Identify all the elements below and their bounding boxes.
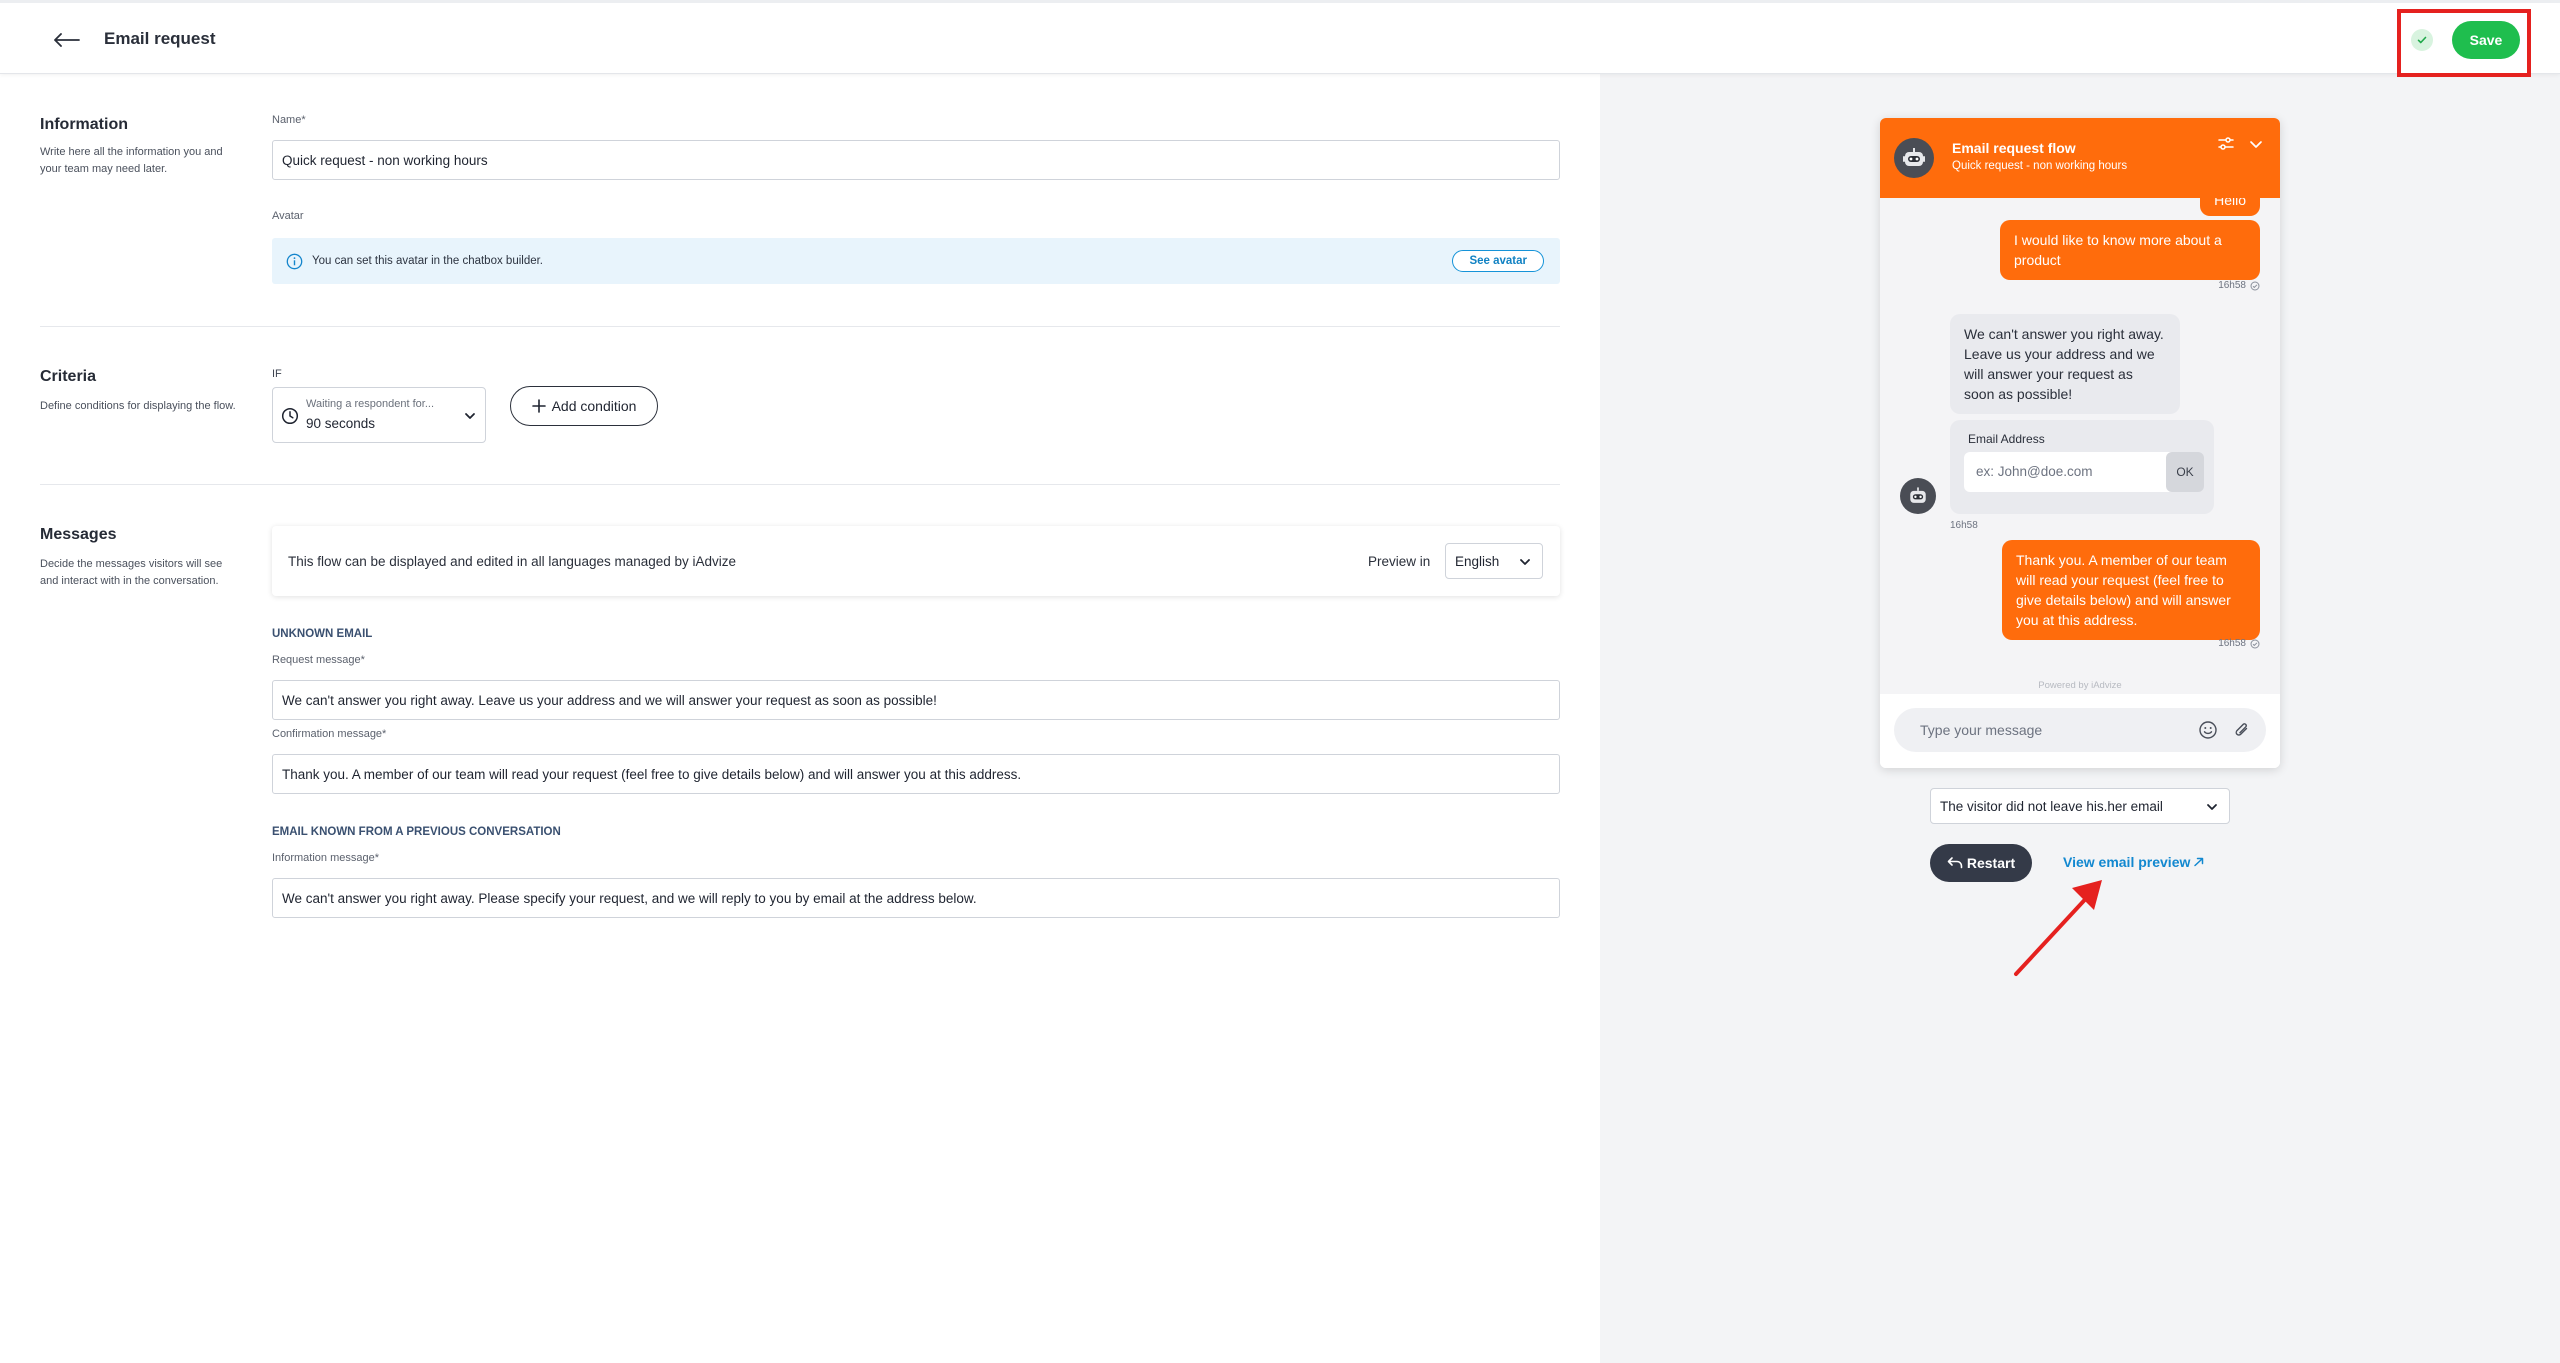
condition-value: 90 seconds (306, 416, 376, 431)
criteria-title: Criteria (40, 368, 97, 385)
message-timestamp: 16h58 (2218, 638, 2260, 649)
flow-form: Information Write here all the informati… (0, 74, 1600, 1363)
confirmation-message-input[interactable]: Thank you. A member of our team will rea… (272, 754, 1560, 794)
languages-text: This flow can be displayed and edited in… (288, 554, 737, 569)
paperclip-icon[interactable] (2232, 720, 2252, 740)
email-ok-button[interactable]: OK (2166, 452, 2204, 492)
avatar-label: Avatar (272, 210, 304, 222)
condition-hint: Waiting a respondent for... (306, 398, 434, 410)
scenario-dropdown[interactable]: The visitor did not leave his.her email (1930, 788, 2230, 824)
check-icon (2417, 36, 2427, 44)
chat-title: Email request flow (1952, 140, 2076, 156)
visitor-message-bubble: Hello (2200, 198, 2260, 216)
saved-status-icon (2411, 29, 2433, 51)
languages-card: This flow can be displayed and edited in… (272, 526, 1560, 596)
visitor-message-bubble: Thank you. A member of our team will rea… (2002, 540, 2260, 640)
read-check-icon (2250, 281, 2260, 290)
message-timestamp: 16h58 (1950, 520, 1978, 531)
name-input[interactable]: Quick request - non working hours (272, 140, 1560, 180)
message-input[interactable]: Type your message (1894, 708, 2266, 752)
avatar-info-text: You can set this avatar in the chatbox b… (312, 255, 544, 267)
information-message-label: Information message* (272, 852, 379, 864)
avatar-info-banner: You can set this avatar in the chatbox b… (272, 238, 1560, 284)
information-message-input[interactable]: We can't answer you right away. Please s… (272, 878, 1560, 918)
add-condition-button[interactable]: Add condition (510, 386, 658, 426)
section-divider (40, 484, 1560, 485)
bot-message-bubble: We can't answer you right away. Leave us… (1950, 314, 2180, 414)
name-value: Quick request - non working hours (282, 152, 488, 168)
email-capture-card: Email Address ex: John@doe.com OK (1950, 420, 2214, 514)
email-preview-label: View email preview (2063, 854, 2191, 870)
add-condition-label: Add condition (551, 398, 637, 414)
condition-dropdown[interactable]: Waiting a respondent for... 90 seconds (272, 387, 486, 443)
chevron-down-icon (1520, 559, 1530, 565)
confirmation-message-value: Thank you. A member of our team will rea… (282, 766, 1022, 782)
email-address-input[interactable]: ex: John@doe.com (1964, 452, 2200, 492)
if-label: IF (272, 368, 282, 380)
view-email-preview-link[interactable]: View email preview (2063, 854, 2205, 870)
top-bar: Email request Save (0, 0, 2560, 77)
chat-preview-panel: Email request flow Quick request - non w… (1600, 74, 2560, 1363)
robot-icon (1910, 487, 1926, 503)
confirmation-message-label: Confirmation message* (272, 728, 387, 740)
name-label: Name* (272, 114, 306, 126)
chevron-down-icon (2207, 804, 2217, 810)
external-arrow-icon (2194, 857, 2204, 867)
request-message-value: We can't answer you right away. Leave us… (282, 692, 937, 708)
page-title: Email request (104, 29, 216, 48)
powered-by-text: Powered by iAdvize (1880, 680, 2280, 694)
save-button[interactable]: Save (2452, 21, 2520, 59)
message-placeholder: Type your message (1920, 722, 2043, 738)
messages-description: Decide the messages visitors will see an… (40, 558, 223, 587)
annotation-arrow-icon (2014, 880, 2102, 976)
email-address-label: Email Address (1968, 432, 2045, 446)
chevron-down-icon[interactable] (2246, 134, 2266, 154)
preview-language-dropdown[interactable]: English (1445, 543, 1543, 579)
chat-messages: Hello I would like to know more about a … (1880, 198, 2280, 680)
email-placeholder: ex: John@doe.com (1976, 464, 2093, 479)
clock-icon (281, 407, 299, 425)
info-icon (286, 253, 303, 270)
information-title: Information (40, 116, 128, 133)
preview-language-value: English (1455, 553, 1500, 569)
restart-label: Restart (1966, 855, 2016, 871)
request-message-label: Request message* (272, 654, 365, 666)
messages-title: Messages (40, 526, 117, 543)
preview-in-label: Preview in (1368, 554, 1431, 569)
arrow-left-icon (54, 33, 80, 47)
emoji-icon[interactable] (2198, 720, 2218, 740)
chevron-down-icon (465, 413, 475, 419)
section-divider (40, 326, 1560, 327)
bot-avatar (1894, 138, 1934, 178)
chatbox-preview: Email request flow Quick request - non w… (1880, 118, 2280, 768)
see-avatar-button[interactable]: See avatar (1452, 250, 1544, 272)
chat-composer: Type your message (1880, 694, 2280, 768)
undo-arrow-icon (1947, 857, 1963, 869)
visitor-message-bubble: I would like to know more about a produc… (2000, 220, 2260, 280)
robot-icon (1903, 148, 1925, 166)
message-timestamp: 16h58 (2218, 280, 2260, 291)
read-check-icon (2250, 639, 2260, 648)
scenario-value: The visitor did not leave his.her email (1940, 798, 2163, 814)
request-message-input[interactable]: We can't answer you right away. Leave us… (272, 680, 1560, 720)
unknown-email-heading: UNKNOWN EMAIL (272, 628, 373, 640)
plus-icon (531, 399, 546, 413)
known-email-heading: EMAIL KNOWN FROM A PREVIOUS CONVERSATION (272, 826, 561, 838)
settings-sliders-icon[interactable] (2216, 134, 2236, 154)
information-description: Write here all the information you and y… (40, 146, 223, 175)
bot-avatar-small (1900, 478, 1936, 514)
information-message-value: We can't answer you right away. Please s… (282, 890, 977, 906)
chat-subtitle: Quick request - non working hours (1952, 160, 2128, 172)
back-button[interactable] (50, 23, 84, 57)
criteria-description: Define conditions for displaying the flo… (40, 400, 236, 412)
chat-header: Email request flow Quick request - non w… (1880, 118, 2280, 198)
